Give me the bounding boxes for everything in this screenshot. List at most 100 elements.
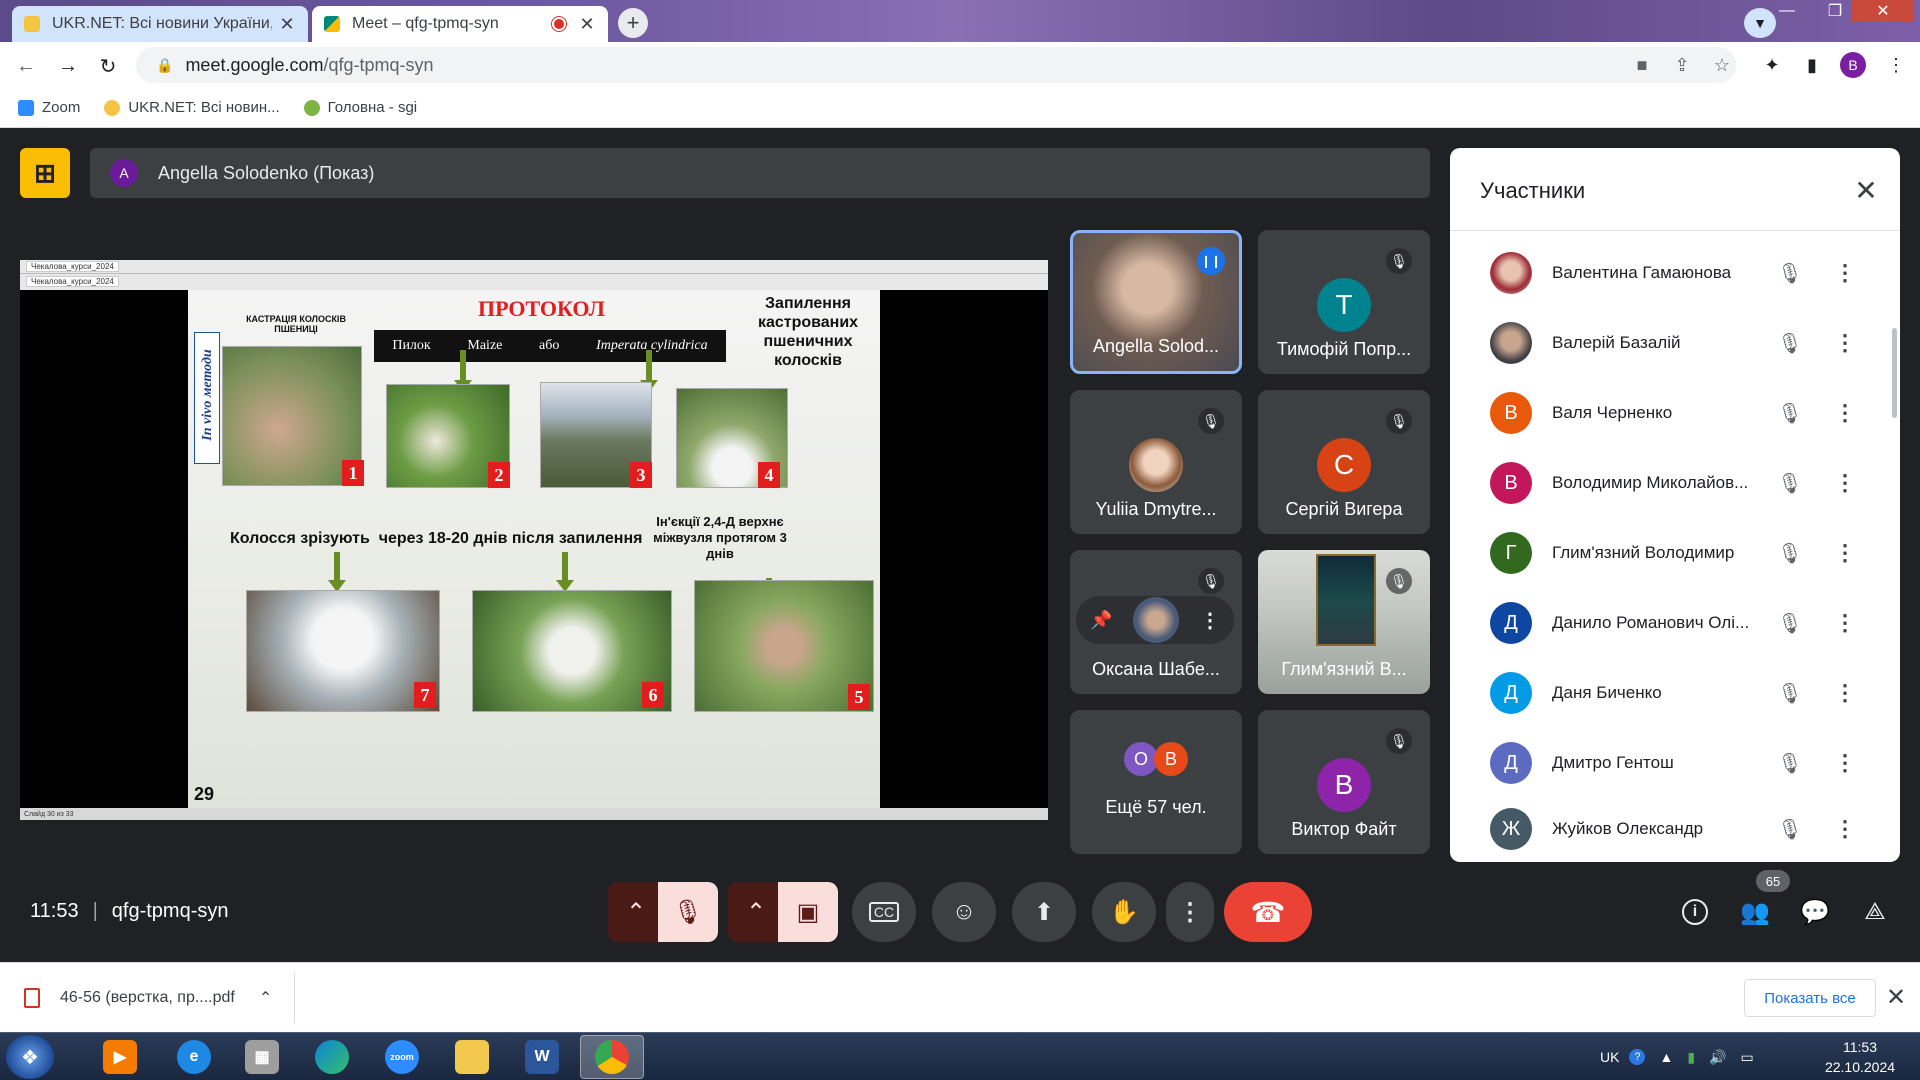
taskbar-explorer[interactable] (440, 1035, 504, 1079)
mic-off-icon[interactable]: 🎙 (1776, 681, 1804, 706)
close-downloads-icon[interactable]: ✕ (1886, 983, 1906, 1012)
mic-off-icon[interactable]: 🎙 (1776, 611, 1804, 636)
participant-tile[interactable]: 🎙 B Виктор Файт (1258, 710, 1430, 854)
action-center-icon[interactable]: ▭ (1740, 1049, 1753, 1066)
bookmark-ukrnet[interactable]: UKR.NET: Всі новин... (104, 99, 280, 116)
participant-row[interactable]: Ж Жуйков Олександр 🎙 ⋮ (1490, 798, 1870, 860)
camera-in-use-icon[interactable]: ■ (1630, 53, 1654, 77)
clock[interactable]: 11:53 22.10.2024 (1820, 1037, 1900, 1077)
taskbar-calculator[interactable]: ▦ (230, 1035, 294, 1079)
people-icon: 👥 (1740, 898, 1770, 926)
participant-row[interactable]: Валерій Базалій 🎙 ⋮ (1490, 308, 1870, 378)
mic-off-icon[interactable]: 🎙 (1776, 471, 1804, 496)
mic-off-icon[interactable]: 🎙 (1776, 541, 1804, 566)
taskbar-word[interactable]: W (510, 1035, 574, 1079)
reactions-button[interactable]: ☺ (932, 882, 996, 942)
chevron-up-icon[interactable]: ⌃ (259, 988, 272, 1008)
share-icon[interactable]: ⇪ (1670, 53, 1694, 77)
show-all-button[interactable]: Показать все (1744, 979, 1876, 1017)
participant-tile[interactable]: 🎙 T Тимофій Попр... (1258, 230, 1430, 374)
photo-number: 6 (642, 682, 664, 708)
tray-expand-icon[interactable]: ▲ (1659, 1049, 1673, 1065)
maximize-button[interactable]: ❐ (1818, 0, 1852, 22)
more-options-icon[interactable]: ⋮ (1834, 400, 1856, 426)
download-item[interactable]: 46-56 (верстка, пр....pdf ⌃ (24, 963, 272, 1033)
tab-ukrnet[interactable]: UKR.NET: Всі новини України, ос ✕ (12, 6, 308, 42)
taskbar-edge[interactable] (300, 1035, 364, 1079)
start-button[interactable]: ❖ (6, 1035, 54, 1079)
more-options-icon[interactable]: ⋮ (1834, 540, 1856, 566)
participant-row[interactable]: Д Данило Романович Олі... 🎙 ⋮ (1490, 588, 1870, 658)
more-options-icon[interactable]: ⋮ (1834, 610, 1856, 636)
taskbar-chrome[interactable] (580, 1035, 644, 1079)
help-icon[interactable]: ? (1629, 1049, 1646, 1065)
profile-avatar[interactable]: B (1840, 52, 1866, 78)
chat-button[interactable]: 💬 (1790, 882, 1840, 942)
new-tab-button[interactable]: + (618, 8, 648, 38)
minimize-button[interactable]: — (1770, 0, 1804, 22)
captions-button[interactable]: CC (852, 882, 916, 942)
mic-off-icon[interactable]: 🎙 (1776, 401, 1804, 426)
more-options-icon[interactable]: ⋮ (1834, 680, 1856, 706)
taskbar-media-player[interactable]: ▶ (88, 1035, 152, 1079)
participant-tile[interactable]: ❙❙ Angella Solod... (1070, 230, 1242, 374)
tab-meet[interactable]: Meet – qfg-tpmq-syn ✕ (312, 6, 608, 42)
raise-hand-button[interactable]: ✋ (1092, 882, 1156, 942)
side-panel-icon[interactable]: ▮ (1800, 53, 1824, 77)
more-options-button[interactable]: ⋮ (1166, 882, 1214, 942)
network-status-icon[interactable]: ▮ (1687, 1049, 1695, 1066)
presentation-layout-icon[interactable]: ⊞ (20, 148, 70, 198)
address-bar[interactable]: 🔒 meet.google.com/qfg-tpmq-syn (136, 47, 1736, 83)
present-button[interactable]: ⬆ (1012, 882, 1076, 942)
volume-icon[interactable]: 🔊 (1709, 1049, 1726, 1066)
video-options-button[interactable]: ⌃ (728, 882, 784, 942)
forward-button[interactable]: → (52, 50, 84, 82)
close-panel-icon[interactable]: ✕ (1850, 174, 1882, 206)
more-options-icon[interactable]: ⋮ (1834, 816, 1856, 842)
participant-tile[interactable]: 🎙 Глим'язний В... (1258, 550, 1430, 694)
taskbar-ie[interactable]: e (162, 1035, 226, 1079)
zoom-icon: zoom (385, 1040, 419, 1074)
participant-tile[interactable]: 🎙 C Сергій Вигера (1258, 390, 1430, 534)
participant-row[interactable]: Г Глим'язний Володимир 🎙 ⋮ (1490, 518, 1870, 588)
slide-injection-caption: Ін'єкції 2,4-Д верхнє міжвузля протягом … (653, 514, 787, 561)
leave-call-button[interactable]: ☎ (1224, 882, 1312, 942)
bookmark-star-icon[interactable]: ☆ (1710, 53, 1734, 77)
participant-row[interactable]: Валентина Гамаюнова 🎙 ⋮ (1490, 238, 1870, 308)
more-options-icon[interactable]: ⋮ (1834, 260, 1856, 286)
browser-menu-icon[interactable]: ⋮ (1884, 53, 1908, 77)
participant-tile[interactable]: 🎙 📌 ⋮ Оксана Шабе... (1070, 550, 1242, 694)
reload-button[interactable]: ↻ (92, 50, 124, 82)
more-options-icon[interactable]: ⋮ (1200, 608, 1220, 633)
people-button[interactable]: 👥 (1730, 882, 1780, 942)
more-options-icon[interactable]: ⋮ (1834, 750, 1856, 776)
microphone-toggle-button[interactable]: 🎙 (658, 882, 718, 942)
mic-off-icon[interactable]: 🎙 (1776, 261, 1804, 286)
audio-options-button[interactable]: ⌃ (608, 882, 664, 942)
mic-off-icon[interactable]: 🎙 (1776, 817, 1804, 842)
more-participants-tile[interactable]: O B Ещё 57 чел. (1070, 710, 1242, 854)
pin-icon[interactable]: 📌 (1090, 610, 1112, 631)
taskbar-zoom[interactable]: zoom (370, 1035, 434, 1079)
mic-off-icon[interactable]: 🎙 (1776, 751, 1804, 776)
language-indicator[interactable]: UK (1600, 1049, 1619, 1065)
panel-scrollbar[interactable] (1892, 328, 1897, 418)
participant-row[interactable]: В Володимир Миколайов... 🎙 ⋮ (1490, 448, 1870, 518)
camera-toggle-button[interactable]: ▣ (778, 882, 838, 942)
participant-tile[interactable]: 🎙 Yuliia Dmytre... (1070, 390, 1242, 534)
back-button[interactable]: ← (10, 50, 42, 82)
tab-close-icon[interactable]: ✕ (578, 14, 596, 35)
more-options-icon[interactable]: ⋮ (1834, 330, 1856, 356)
participant-row[interactable]: Д Дмитро Гентош 🎙 ⋮ (1490, 728, 1870, 798)
bookmark-sgi[interactable]: Головна - sgi (303, 99, 417, 116)
participant-row[interactable]: Д Даня Биченко 🎙 ⋮ (1490, 658, 1870, 728)
window-close-button[interactable]: ✕ (1852, 0, 1914, 22)
more-options-icon[interactable]: ⋮ (1834, 470, 1856, 496)
mic-off-icon[interactable]: 🎙 (1776, 331, 1804, 356)
participant-row[interactable]: В Валя Черненко 🎙 ⋮ (1490, 378, 1870, 448)
tab-close-icon[interactable]: ✕ (278, 14, 296, 35)
bookmark-zoom[interactable]: Zoom (18, 99, 80, 116)
activities-button[interactable]: ⟁ (1850, 882, 1900, 942)
extensions-icon[interactable]: ✦ (1760, 53, 1784, 77)
meeting-details-button[interactable]: i (1670, 882, 1720, 942)
